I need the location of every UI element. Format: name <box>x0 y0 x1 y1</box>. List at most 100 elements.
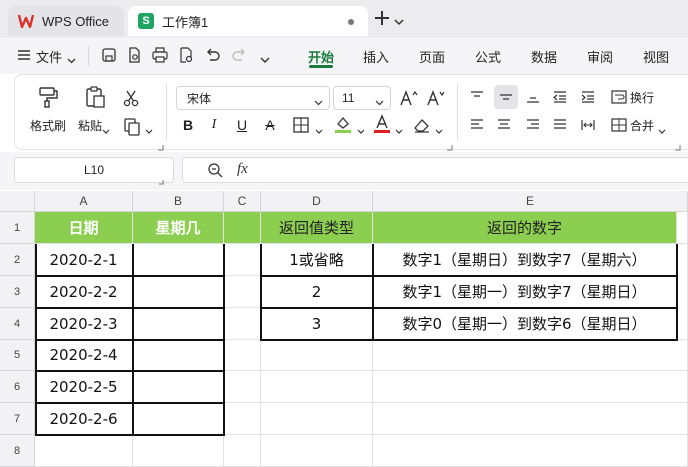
border-icon[interactable] <box>291 115 311 135</box>
cut-icon[interactable] <box>121 88 141 108</box>
cell-d6[interactable] <box>261 371 373 403</box>
cell-f1[interactable] <box>677 212 688 244</box>
cell-a5[interactable]: 2020-2-4 <box>35 340 133 371</box>
row-header-5[interactable]: 5 <box>0 340 35 371</box>
increase-font-icon[interactable] <box>399 88 419 108</box>
cell-a8[interactable] <box>35 435 133 467</box>
zoom-icon[interactable] <box>207 162 223 181</box>
font-size-select[interactable]: 11 <box>333 86 391 110</box>
wrap-text-button[interactable]: 换行 <box>630 89 654 106</box>
merge-button[interactable]: 合并 <box>630 117 654 134</box>
select-all-corner[interactable] <box>0 191 35 212</box>
row-header-2[interactable]: 2 <box>0 244 35 276</box>
cell-c4[interactable] <box>224 308 261 340</box>
undo-icon[interactable] <box>205 47 221 66</box>
format-painter-button[interactable]: 格式刷 <box>30 117 66 134</box>
decrease-font-icon[interactable] <box>426 88 446 108</box>
font-color-icon[interactable] <box>372 113 392 135</box>
formula-input[interactable]: fx <box>182 157 688 183</box>
tab-view[interactable]: 视图 <box>643 47 669 66</box>
align-center-icon[interactable] <box>494 115 514 135</box>
align-left-icon[interactable] <box>467 115 487 135</box>
fx-icon[interactable]: fx <box>237 161 248 178</box>
tab-insert[interactable]: 插入 <box>363 47 389 66</box>
chevron-down-icon[interactable] <box>658 123 666 138</box>
clear-format-icon[interactable] <box>412 115 432 135</box>
cell-c7[interactable] <box>224 403 261 435</box>
cell-d5[interactable] <box>261 340 373 371</box>
print-icon[interactable] <box>152 47 168 66</box>
print-preview-icon[interactable] <box>178 47 194 66</box>
chevron-down-icon[interactable] <box>260 52 270 67</box>
cell-b8[interactable] <box>133 435 224 467</box>
tab-wps-office[interactable]: WPS Office <box>8 6 124 36</box>
cell-e7[interactable] <box>373 403 688 435</box>
column-header-a[interactable]: A <box>35 191 133 212</box>
tab-data[interactable]: 数据 <box>531 47 557 66</box>
cell-e6[interactable] <box>373 371 688 403</box>
cell-a4[interactable]: 2020-2-3 <box>35 308 133 340</box>
cell-a3[interactable]: 2020-2-2 <box>35 276 133 308</box>
cell-c3[interactable] <box>224 276 261 308</box>
wrap-text-icon[interactable] <box>609 87 629 107</box>
increase-indent-icon[interactable] <box>578 87 598 107</box>
cell-a1[interactable]: 日期 <box>35 212 133 244</box>
bold-icon[interactable]: B <box>178 115 198 135</box>
chevron-down-icon[interactable] <box>145 123 153 138</box>
cell-c6[interactable] <box>224 371 261 403</box>
distribute-icon[interactable] <box>578 115 598 135</box>
row-header-3[interactable]: 3 <box>0 276 35 308</box>
cell-d7[interactable] <box>261 403 373 435</box>
file-menu[interactable]: 文件 <box>36 47 62 66</box>
cell-d8[interactable] <box>261 435 373 467</box>
cell-b7[interactable] <box>133 403 224 435</box>
chevron-down-icon[interactable] <box>394 14 404 29</box>
align-bottom-icon[interactable] <box>523 87 543 107</box>
cell-d2[interactable]: 1或省略 <box>261 244 373 276</box>
cell-c8[interactable] <box>224 435 261 467</box>
font-name-select[interactable]: 宋体 <box>176 86 330 110</box>
row-header-7[interactable]: 7 <box>0 403 35 435</box>
hamburger-icon[interactable] <box>18 49 30 64</box>
align-top-icon[interactable] <box>467 87 487 107</box>
column-header-b[interactable]: B <box>133 191 224 212</box>
row-header-6[interactable]: 6 <box>0 371 35 403</box>
cell-c1[interactable] <box>224 212 261 244</box>
italic-icon[interactable]: I <box>204 115 224 135</box>
cell-d1[interactable]: 返回值类型 <box>261 212 373 244</box>
decrease-indent-icon[interactable] <box>550 87 570 107</box>
format-painter-icon[interactable] <box>34 84 62 110</box>
chevron-down-icon[interactable] <box>67 52 76 67</box>
row-header-1[interactable]: 1 <box>0 212 35 244</box>
column-header-d[interactable]: D <box>261 191 373 212</box>
export-pdf-icon[interactable] <box>126 47 142 66</box>
merge-icon[interactable] <box>609 115 629 135</box>
paste-icon[interactable] <box>82 84 108 110</box>
cell-b4[interactable] <box>133 308 224 340</box>
tab-page[interactable]: 页面 <box>419 47 445 66</box>
chevron-down-icon[interactable] <box>435 123 443 138</box>
cell-e8[interactable] <box>373 435 688 467</box>
chevron-down-icon[interactable] <box>395 123 403 138</box>
strikethrough-icon[interactable]: A <box>260 115 280 135</box>
new-tab-button[interactable] <box>374 10 390 30</box>
fill-color-icon[interactable] <box>333 113 353 135</box>
cell-b6[interactable] <box>133 371 224 403</box>
cell-a2[interactable]: 2020-2-1 <box>35 244 133 276</box>
align-right-icon[interactable] <box>523 115 543 135</box>
copy-icon[interactable] <box>121 115 143 137</box>
cell-e5[interactable] <box>373 340 688 371</box>
column-header-c[interactable]: C <box>224 191 261 212</box>
tab-workbook[interactable]: S 工作簿1 <box>128 6 368 36</box>
cell-e2[interactable]: 数字1（星期日）到数字7（星期六） <box>373 244 677 276</box>
cell-d4[interactable]: 3 <box>261 308 373 340</box>
cell-c2[interactable] <box>224 244 261 276</box>
cell-b3[interactable] <box>133 276 224 308</box>
name-box[interactable]: L10 <box>14 157 174 185</box>
cell-b2[interactable] <box>133 244 224 276</box>
justify-icon[interactable] <box>550 115 570 135</box>
row-header-8[interactable]: 8 <box>0 435 35 467</box>
cell-b5[interactable] <box>133 340 224 371</box>
cell-b1[interactable]: 星期几 <box>133 212 224 244</box>
cell-c5[interactable] <box>224 340 261 371</box>
